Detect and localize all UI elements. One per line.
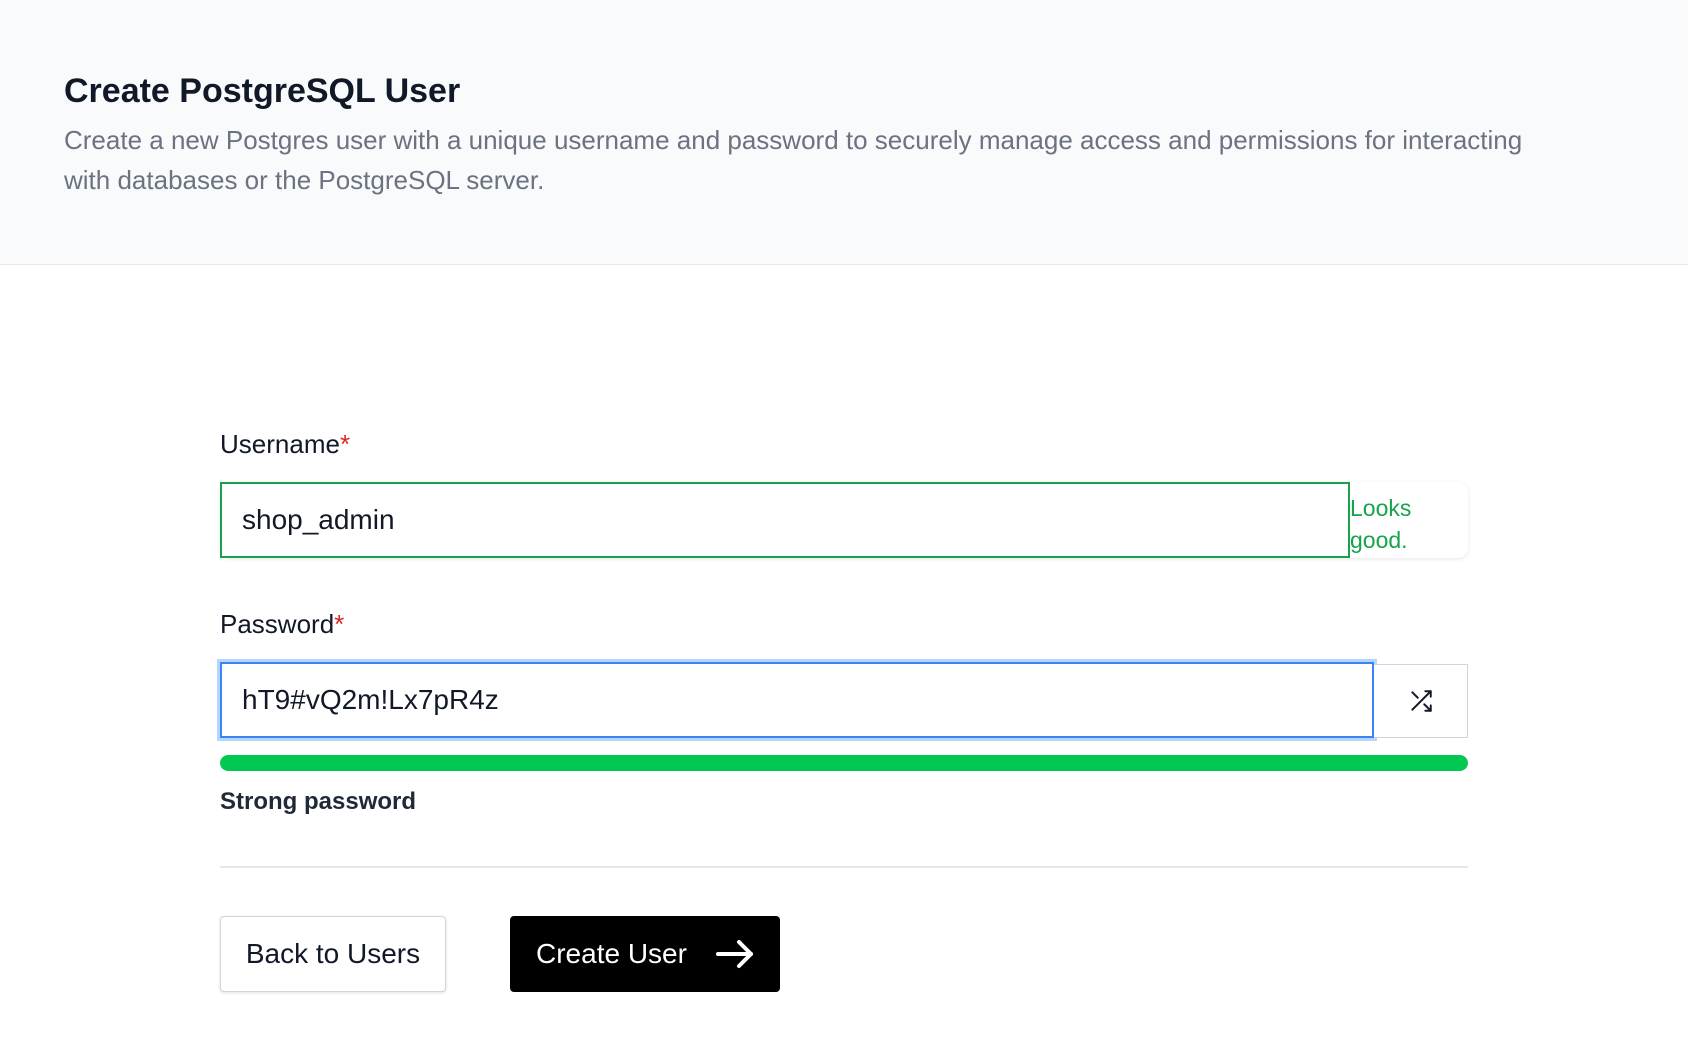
- username-valid-feedback: Looks good.: [1350, 495, 1412, 553]
- generate-password-button[interactable]: [1374, 664, 1468, 738]
- password-strength-bar: [220, 755, 1468, 771]
- required-indicator: *: [334, 609, 345, 639]
- password-input-group: [220, 662, 1468, 738]
- form-divider: [220, 866, 1468, 868]
- shuffle-icon: [1410, 690, 1432, 712]
- username-label-text: Username: [220, 429, 340, 459]
- page-header: Create PostgreSQL User Create a new Post…: [0, 0, 1688, 265]
- create-user-label: Create User: [536, 938, 687, 969]
- page-description: Create a new Postgres user with a unique…: [64, 125, 1523, 195]
- back-to-users-button[interactable]: Back to Users: [220, 916, 446, 992]
- username-label: Username*: [220, 428, 350, 460]
- arrow-right-icon: [715, 940, 753, 968]
- password-strength-fill: [220, 755, 1468, 771]
- password-input[interactable]: [220, 662, 1374, 738]
- username-input-group: Looks good.: [220, 482, 1468, 558]
- create-user-button[interactable]: Create User: [510, 916, 780, 992]
- required-indicator: *: [339, 429, 351, 459]
- page-title: Create PostgreSQL User: [64, 72, 461, 110]
- password-label-text: Password: [220, 609, 335, 639]
- username-input[interactable]: [220, 482, 1350, 558]
- password-strength-text: Strong password: [220, 788, 417, 815]
- password-label: Password*: [220, 608, 344, 640]
